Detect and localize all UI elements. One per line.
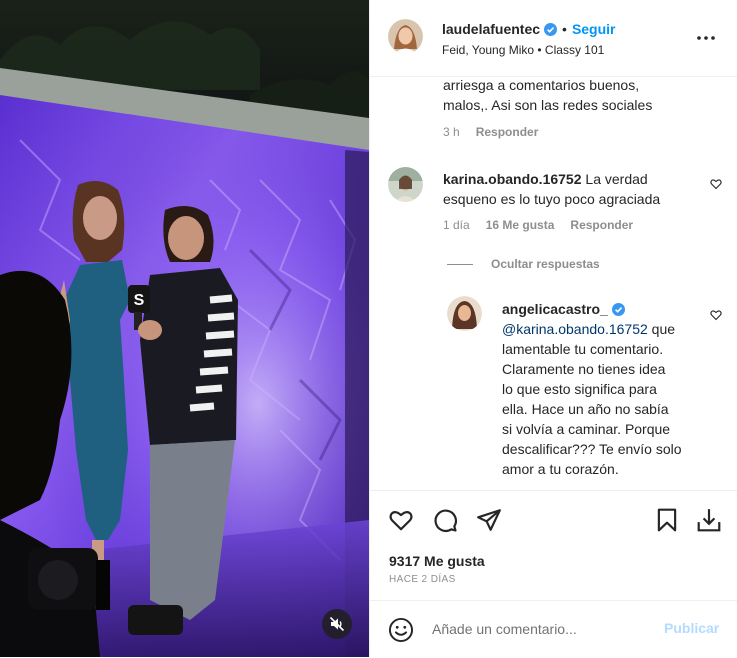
like-reply-heart-icon[interactable] bbox=[710, 309, 722, 321]
publish-button[interactable]: Publicar bbox=[664, 620, 719, 636]
reply-text-line: @karina.obando.16752 que bbox=[502, 319, 675, 339]
comment-text: La verdad bbox=[581, 171, 648, 187]
commenter-avatar[interactable] bbox=[388, 167, 423, 202]
reply-author-line: angelicacastro_ bbox=[502, 299, 625, 319]
hide-replies-label: Ocultar respuestas bbox=[491, 257, 600, 271]
comment-text-line: esqueno es lo tuyo poco agraciada bbox=[443, 191, 661, 207]
reply-text-line: lamentable tu comentario. bbox=[502, 341, 664, 357]
comment-time: 3 h bbox=[443, 125, 460, 139]
reply-avatar[interactable] bbox=[447, 296, 482, 331]
divider-line bbox=[447, 263, 473, 265]
commenter-username[interactable]: karina.obando.16752 bbox=[443, 171, 582, 187]
reply-text-line: lo que esto significa para bbox=[502, 381, 657, 397]
add-comment-bar: Publicar bbox=[370, 600, 737, 658]
reply-text-line: si volvía a caminar. Porque bbox=[502, 421, 671, 437]
comment-text-line: arriesga a comentarios buenos, bbox=[443, 77, 640, 93]
reply-button[interactable]: Responder bbox=[476, 125, 539, 139]
mute-button[interactable] bbox=[322, 609, 352, 639]
download-icon[interactable] bbox=[696, 507, 722, 533]
avatar-image bbox=[388, 19, 423, 54]
author-avatar[interactable] bbox=[388, 19, 423, 54]
reply-text-line: ella. Hace un año no sabía bbox=[502, 401, 669, 417]
audio-label[interactable]: Feid, Young Miko • Classy 101 bbox=[442, 43, 604, 57]
like-comment-heart-icon[interactable] bbox=[710, 178, 722, 190]
avatar-image bbox=[447, 296, 482, 331]
emoji-icon[interactable] bbox=[388, 617, 414, 643]
speaker-muted-icon bbox=[329, 616, 345, 632]
comment-icon[interactable] bbox=[432, 507, 458, 533]
avatar-image bbox=[388, 167, 423, 202]
reply-text-line: amor a tu corazón. bbox=[502, 461, 619, 477]
verified-badge-icon bbox=[544, 22, 558, 36]
comment-text-line: karina.obando.16752 La verdad bbox=[443, 169, 648, 189]
comments-list[interactable]: arriesga a comentarios buenos, malos,. A… bbox=[370, 77, 737, 490]
comment-meta: 1 día 16 Me gusta Responder bbox=[443, 218, 633, 232]
share-icon[interactable] bbox=[476, 507, 502, 533]
author-username[interactable]: laudelafuentec bbox=[442, 21, 540, 37]
verified-badge-icon bbox=[611, 302, 625, 316]
bookmark-icon[interactable] bbox=[654, 507, 680, 533]
author-line: laudelafuentec • Seguir bbox=[442, 21, 616, 37]
reply-username[interactable]: angelicacastro_ bbox=[502, 299, 608, 319]
follow-button[interactable]: Seguir bbox=[572, 21, 616, 37]
post-header: laudelafuentec • Seguir Feid, Young Miko… bbox=[370, 0, 737, 77]
reply-button[interactable]: Responder bbox=[570, 218, 633, 232]
likes-count[interactable]: 9317 Me gusta bbox=[389, 553, 485, 569]
hide-replies-toggle[interactable]: Ocultar respuestas bbox=[447, 257, 600, 271]
comment-time: 1 día bbox=[443, 218, 470, 232]
svg-text:S: S bbox=[134, 292, 145, 309]
reply-text-line: descalificar??? Te envío solo bbox=[502, 441, 682, 457]
separator-dot: • bbox=[562, 21, 567, 37]
more-options-icon[interactable] bbox=[695, 31, 717, 45]
video-frame: S bbox=[0, 0, 369, 657]
comment-meta: 3 h Responder bbox=[443, 125, 538, 139]
post-timestamp: HACE 2 DÍAS bbox=[389, 574, 456, 585]
comment-input[interactable] bbox=[432, 618, 652, 640]
action-bar: 9317 Me gusta HACE 2 DÍAS bbox=[370, 490, 737, 601]
post-panel: laudelafuentec • Seguir Feid, Young Miko… bbox=[369, 0, 737, 658]
comment-text-line: malos,. Asi son las redes sociales bbox=[443, 97, 653, 113]
post-video[interactable]: S bbox=[0, 0, 369, 657]
comment-likes[interactable]: 16 Me gusta bbox=[486, 218, 555, 232]
heart-icon[interactable] bbox=[388, 507, 414, 533]
reply-text-line: Claramente no tienes idea bbox=[502, 361, 666, 377]
reply-mention[interactable]: @karina.obando.16752 bbox=[502, 321, 648, 337]
reply-text: que bbox=[647, 321, 676, 337]
